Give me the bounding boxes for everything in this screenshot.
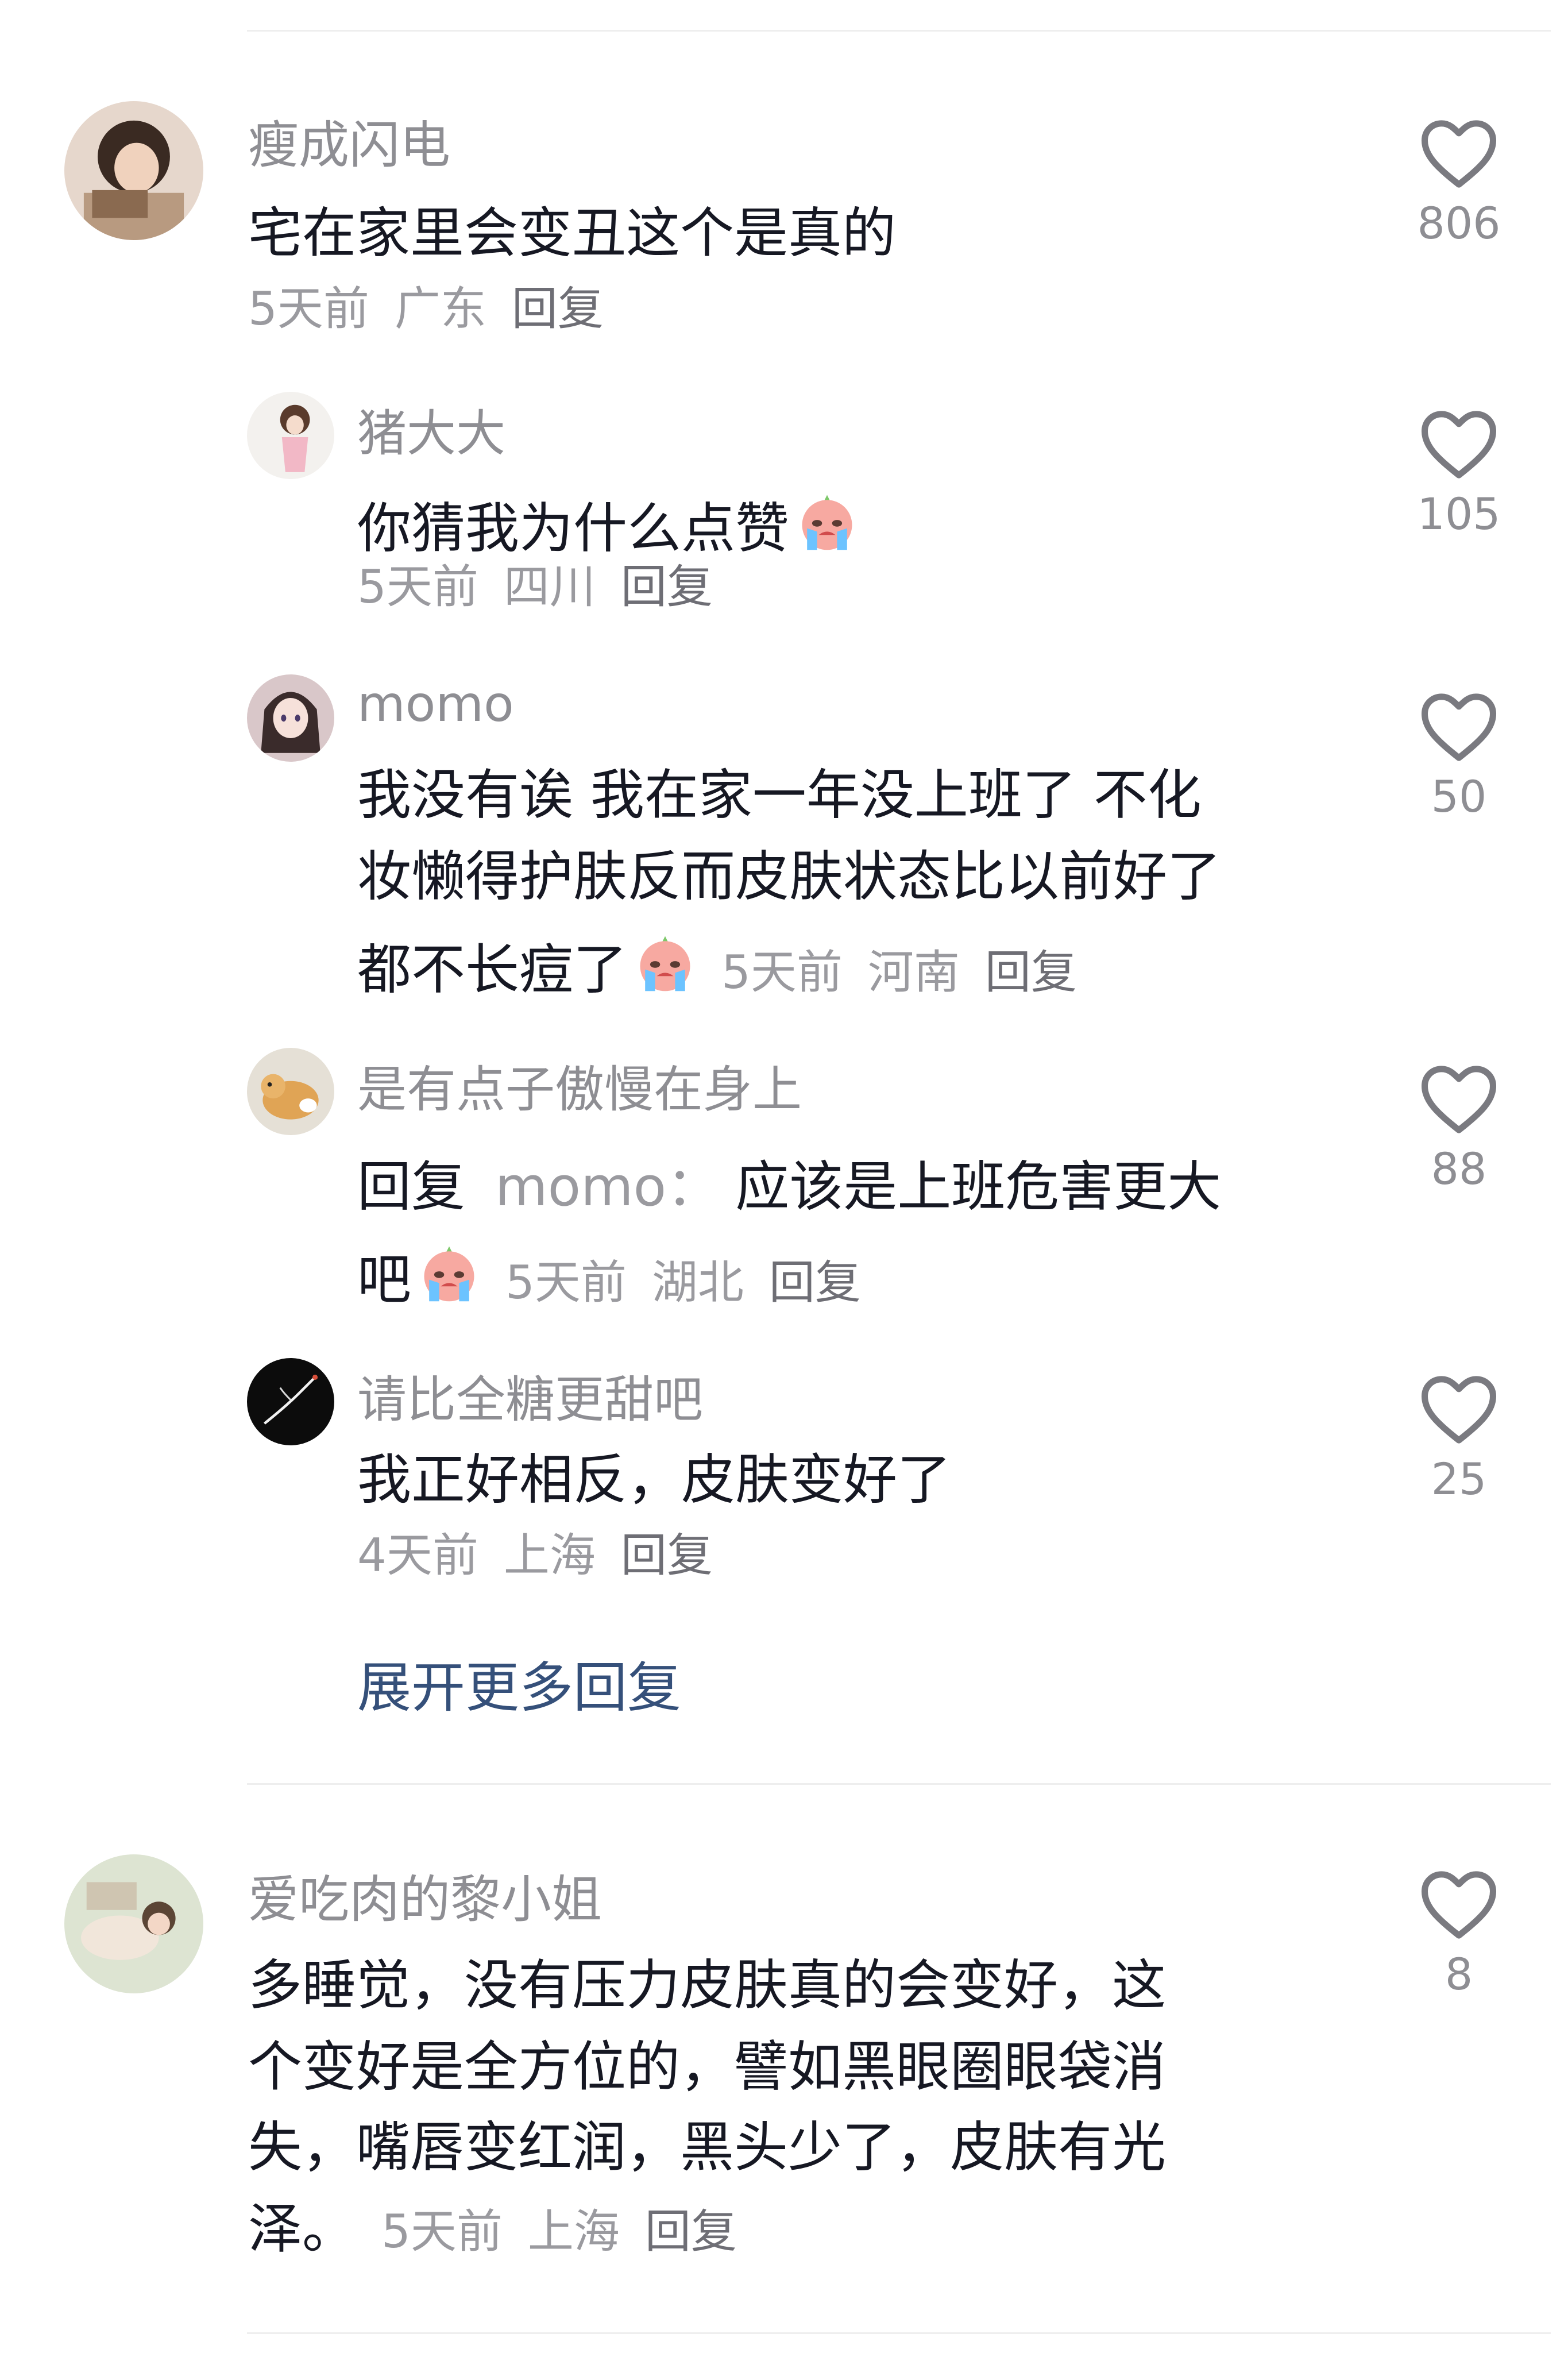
username[interactable]: 瘦成闪电 (248, 105, 450, 178)
comment-text-last-line: 吧 5天前 湖北 回复 (357, 1240, 861, 1307)
heart-outline-icon (1421, 120, 1497, 188)
username[interactable]: 爱吃肉的黎小姐 (248, 1859, 602, 1932)
username[interactable]: momo (357, 676, 514, 733)
comment-text-content: 你猜我为什么点赞 (357, 497, 790, 560)
comment-text-line: 个变好是全方位的，譬如黑眼圈眼袋消 (248, 2036, 1167, 2099)
avatar[interactable] (247, 1048, 334, 1135)
avatar[interactable] (64, 1854, 203, 1993)
location: 广东 (394, 282, 486, 335)
heart-outline-icon (1421, 1376, 1497, 1444)
location: 四川 (503, 560, 596, 614)
time: 5天前 (248, 282, 369, 335)
avatar[interactable] (247, 674, 334, 762)
like-button[interactable]: 88 (1413, 1064, 1505, 1194)
comment-text-line: 我没有诶 我在家一年没上班了 不化 (357, 764, 1202, 827)
comment-meta: 4天前 上海 回复 (357, 1533, 713, 1579)
comment-text-line: 都不长痘了 (357, 939, 628, 1001)
avatar[interactable] (247, 1358, 334, 1445)
location: 上海 (503, 1529, 596, 1582)
heart-outline-icon (1421, 1066, 1497, 1133)
bottom-divider (247, 2332, 1551, 2334)
comment-text-last-line: 都不长痘了 5天前 河南 回复 (357, 929, 1077, 997)
like-count: 8 (1445, 1949, 1473, 2000)
time: 4天前 (357, 1529, 478, 1582)
reply-prefix: 回复 (357, 1156, 466, 1218)
comment-meta: 5天前 四川 回复 (357, 564, 713, 610)
crying-face-emoji-icon (632, 929, 698, 996)
time: 5天前 (721, 946, 843, 999)
time: 5天前 (505, 1256, 627, 1309)
like-button[interactable]: 105 (1413, 409, 1505, 539)
comment-text-line: 妆懒得护肤反而皮肤状态比以前好了 (357, 846, 1222, 908)
reply-to-username[interactable]: momo： (495, 1156, 720, 1218)
reply-button[interactable]: 回复 (985, 946, 1077, 999)
comment-text-content: 应该是上班危害更大 (735, 1156, 1222, 1218)
comment-divider (247, 1783, 1551, 1785)
like-button[interactable]: 806 (1413, 118, 1505, 249)
username[interactable]: 请比全糖更甜吧 (357, 1359, 703, 1431)
time: 5天前 (357, 560, 478, 614)
top-divider (247, 30, 1551, 32)
like-button[interactable]: 25 (1413, 1374, 1505, 1505)
reply-button[interactable]: 回复 (769, 1256, 861, 1309)
comment-text-line: 失，嘴唇变红润，黑头少了，皮肤有光 (248, 2116, 1167, 2179)
like-count: 88 (1431, 1143, 1487, 1194)
like-count: 25 (1431, 1453, 1487, 1505)
comment-meta: 5天前 广东 回复 (248, 286, 604, 332)
reply-button[interactable]: 回复 (621, 1529, 713, 1582)
like-count: 105 (1417, 488, 1501, 539)
reply-button[interactable]: 回复 (621, 560, 713, 614)
comment-text-line: 吧 (357, 1249, 412, 1311)
like-button[interactable]: 50 (1413, 692, 1505, 822)
expand-more-replies-button[interactable]: 展开更多回复 (357, 1644, 681, 1722)
location: 上海 (527, 2205, 620, 2258)
comment-text: 你猜我为什么点赞 (357, 488, 860, 556)
time: 5天前 (381, 2205, 503, 2258)
crying-face-emoji-icon (416, 1240, 482, 1306)
comment-text-last-line: 泽。 5天前 上海 回复 (248, 2202, 737, 2256)
location: 河南 (867, 946, 960, 999)
avatar[interactable] (64, 101, 203, 240)
reply-button[interactable]: 回复 (512, 282, 604, 335)
heart-outline-icon (1421, 1871, 1497, 1939)
like-button[interactable]: 8 (1413, 1869, 1505, 2000)
crying-face-emoji-icon (794, 488, 860, 555)
reply-button[interactable]: 回复 (645, 2205, 737, 2258)
avatar[interactable] (247, 392, 334, 479)
heart-outline-icon (1421, 411, 1497, 479)
location: 湖北 (651, 1256, 744, 1309)
comment-text-line: 泽。 (248, 2198, 357, 2261)
comment-text: 我正好相反，皮肤变好了 (357, 1449, 952, 1511)
username[interactable]: 猪大大 (357, 393, 505, 465)
comment-text: 宅在家里会变丑这个是真的 (248, 202, 897, 265)
comment-text-line: 多睡觉，没有压力皮肤真的会变好，这 (248, 1954, 1167, 2017)
like-count: 806 (1417, 198, 1501, 249)
username[interactable]: 是有点子傲慢在身上 (357, 1049, 802, 1121)
comment-text-line: 回复 momo： 应该是上班危害更大 (357, 1160, 1221, 1214)
like-count: 50 (1431, 771, 1487, 822)
heart-outline-icon (1421, 693, 1497, 761)
